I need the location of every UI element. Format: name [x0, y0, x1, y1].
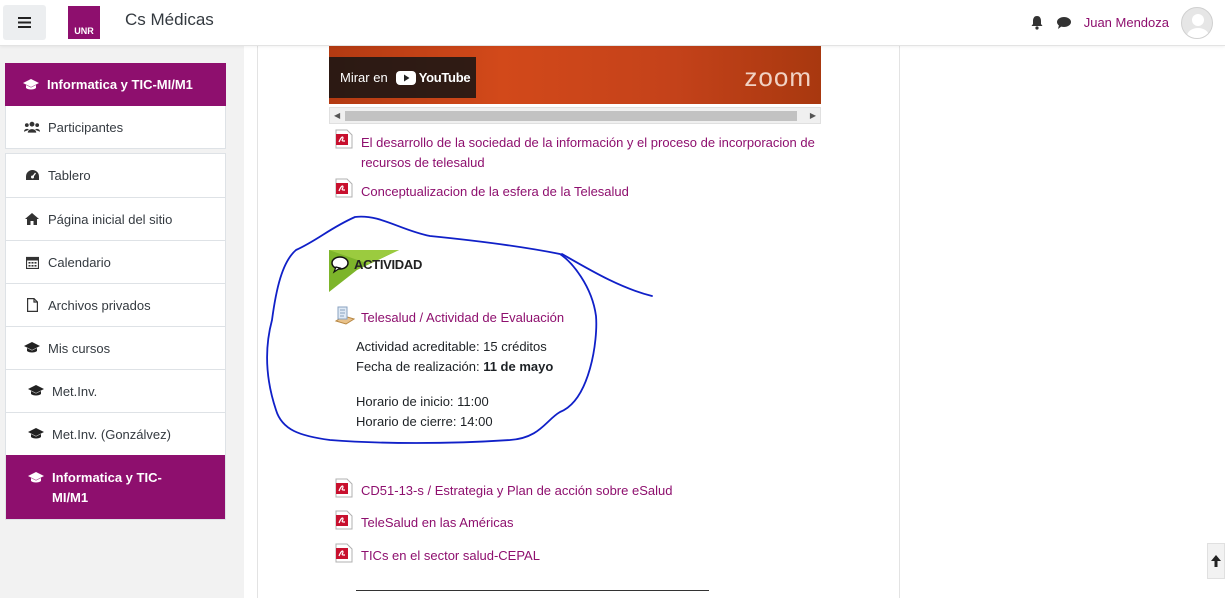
sidebar-item-active-course[interactable]: Informatica y TIC-MI/M1	[6, 455, 225, 519]
activity-date: Fecha de realización: 11 de mayo	[356, 357, 553, 377]
activity-date-label: Fecha de realización:	[356, 359, 484, 374]
site-logo-text: UNR	[74, 26, 94, 36]
separator-line	[356, 590, 709, 591]
sidebar-item-label: Met.Inv. (Gonzálvez)	[52, 426, 171, 442]
sidebar-item-label: Página inicial del sitio	[48, 211, 173, 227]
pdf-icon	[335, 178, 353, 198]
sidebar-item-label: Met.Inv.	[52, 383, 98, 399]
avatar[interactable]	[1181, 6, 1213, 39]
zoom-logo: zoom	[744, 62, 812, 92]
scroll-right-icon[interactable]: ▶	[810, 111, 816, 120]
youtube-logo: YouTube	[395, 70, 471, 85]
sidebar-item-label: Participantes	[48, 119, 124, 135]
site-name[interactable]: Cs Médicas	[125, 10, 214, 30]
sidebar-item-course-title[interactable]: Informatica y TIC-MI/M1	[5, 63, 226, 106]
sidebar-item-label: Informatica y TIC-MI/M1	[52, 470, 162, 505]
sidebar-item-my-courses[interactable]: Mis cursos	[6, 326, 225, 369]
resource-link[interactable]: CD51-13-s / Estrategia y Plan de acción …	[361, 481, 672, 501]
graduation-cap-icon	[24, 341, 40, 355]
sidebar-item-label: Mis cursos	[48, 340, 111, 356]
graduation-cap-icon	[23, 78, 39, 92]
user-silhouette-icon	[1187, 13, 1209, 38]
chat-icon[interactable]	[1056, 16, 1072, 30]
watch-on-youtube-button[interactable]: Mirar en YouTube	[329, 57, 476, 98]
hamburger-icon	[18, 17, 31, 28]
video-embed[interactable]: Mirar en YouTube zoom	[329, 46, 821, 104]
youtube-play-icon	[395, 70, 416, 85]
scroll-left-icon[interactable]: ◀	[334, 111, 340, 120]
resource-link[interactable]: TeleSalud en las Américas	[361, 513, 513, 533]
youtube-label: YouTube	[418, 70, 471, 85]
dashboard-icon	[24, 169, 40, 183]
user-name[interactable]: Juan Mendoza	[1084, 15, 1169, 30]
resource-link[interactable]: Conceptualizacion de la esfera de la Tel…	[361, 182, 629, 202]
sidebar-item-home[interactable]: Página inicial del sitio	[6, 197, 225, 240]
bell-icon[interactable]	[1030, 15, 1044, 30]
watch-on-label: Mirar en	[340, 70, 388, 85]
resource-link-line: El desarrollo de la sociedad de la infor…	[361, 135, 815, 150]
graduation-cap-icon	[28, 471, 44, 485]
site-nav-block: Tablero Página inicial del sitio Calenda…	[5, 153, 226, 520]
sidebar-item-calendar[interactable]: Calendario	[6, 240, 225, 283]
back-to-top-button[interactable]	[1207, 543, 1225, 579]
sidebar-item-private-files[interactable]: Archivos privados	[6, 283, 225, 326]
calendar-icon	[24, 255, 40, 269]
sidebar-item-participants[interactable]: Participantes	[5, 106, 226, 149]
horizontal-scrollbar[interactable]: ◀ ▶	[329, 107, 821, 124]
user-area: Juan Mendoza	[1030, 6, 1213, 39]
resource-link[interactable]: TICs en el sector salud-CEPAL	[361, 546, 540, 566]
pdf-icon	[335, 510, 353, 530]
file-icon	[24, 298, 40, 312]
sidebar-item-label: Tablero	[48, 168, 91, 183]
sidebar-item-label: Archivos privados	[48, 297, 151, 313]
sidebar-item-label: Calendario	[48, 254, 111, 270]
users-icon	[24, 120, 40, 134]
pdf-icon	[335, 129, 353, 149]
activity-banner-label: ACTIVIDAD	[354, 257, 423, 272]
resource-link[interactable]: El desarrollo de la sociedad de la infor…	[361, 133, 815, 173]
graduation-cap-icon	[28, 427, 44, 441]
sidebar-item-course-metinv[interactable]: Met.Inv.	[6, 369, 225, 412]
pdf-icon	[335, 543, 353, 563]
activity-start-time: Horario de inicio: 11:00	[356, 394, 489, 409]
menu-toggle-button[interactable]	[3, 5, 46, 40]
sidebar-item-label: Informatica y TIC-MI/M1	[47, 77, 193, 92]
top-navbar: UNR Cs Médicas Juan Mendoza	[0, 0, 1225, 46]
assignment-icon	[334, 306, 355, 325]
resource-link-line: recursos de telesalud	[361, 155, 485, 170]
pdf-icon	[335, 478, 353, 498]
activity-end-time: Horario de cierre: 14:00	[356, 414, 493, 429]
sidebar-item-dashboard[interactable]: Tablero	[6, 154, 225, 197]
graduation-cap-icon	[28, 384, 44, 398]
activity-date-value: 11 de mayo	[483, 359, 554, 374]
sidebar-item-course-metinv-gonzalvez[interactable]: Met.Inv. (Gonzálvez)	[6, 412, 225, 455]
arrow-up-icon	[1211, 555, 1221, 567]
activity-link[interactable]: Telesalud / Actividad de Evaluación	[361, 308, 564, 328]
site-logo[interactable]: UNR	[68, 6, 100, 39]
scrollbar-thumb[interactable]	[345, 111, 797, 121]
activity-credits: Actividad acreditable: 15 créditos	[356, 339, 547, 354]
home-icon	[24, 212, 40, 226]
course-nav-block: Informatica y TIC-MI/M1 Participantes	[5, 63, 226, 149]
